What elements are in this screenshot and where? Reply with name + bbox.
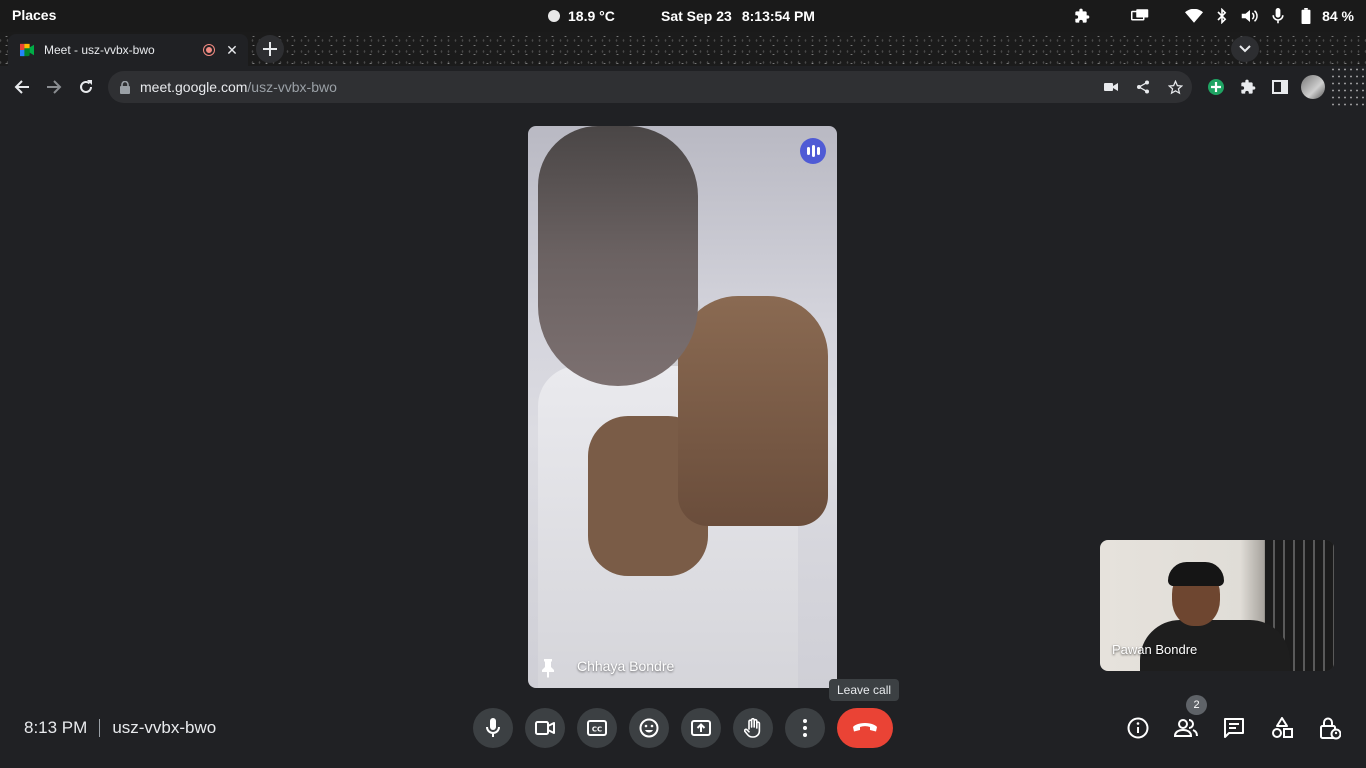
forward-button[interactable] — [42, 75, 66, 99]
microphone-button[interactable] — [473, 708, 513, 748]
bluetooth-icon[interactable] — [1212, 6, 1232, 26]
system-top-bar: Places 18.9 °C Sat Sep 23 8:13:54 PM 84 % — [0, 0, 1366, 32]
lock-person-icon — [1320, 717, 1341, 740]
side-panel-icon[interactable] — [1270, 77, 1290, 97]
tab-search-button[interactable] — [1231, 36, 1259, 62]
battery-percentage: 84 % — [1322, 8, 1354, 24]
camera-in-use-icon[interactable] — [1101, 77, 1121, 97]
microphone-icon[interactable] — [1268, 6, 1288, 26]
meeting-code: usz-vvbx-bwo — [112, 718, 217, 737]
pin-icon[interactable] — [540, 658, 556, 678]
google-meet-favicon-icon — [20, 43, 34, 57]
screen-share-icon[interactable] — [1130, 6, 1150, 26]
video-feed-shape — [538, 126, 698, 386]
present-upload-icon — [691, 720, 711, 736]
info-icon — [1127, 717, 1149, 739]
divider — [99, 719, 101, 737]
hang-up-phone-icon — [853, 723, 877, 732]
extension-icon[interactable] — [1072, 6, 1092, 26]
present-screen-button[interactable] — [681, 708, 721, 748]
svg-text:CC: CC — [592, 726, 602, 734]
more-vert-icon — [803, 719, 807, 737]
leave-call-tooltip: Leave call — [829, 679, 900, 701]
more-options-button[interactable] — [785, 708, 825, 748]
places-menu[interactable]: Places — [12, 7, 56, 23]
participant-tile-self[interactable]: Pawan Bondre — [1100, 540, 1334, 671]
video-feed-shape — [678, 296, 828, 526]
url-host: meet.google.com — [140, 79, 248, 95]
recording-indicator-icon — [204, 45, 214, 55]
camera-button[interactable] — [525, 708, 565, 748]
speaking-indicator-icon — [800, 138, 826, 164]
browser-toolbar: meet.google.com/usz-vvbx-bwo — [0, 66, 1366, 108]
people-icon — [1174, 719, 1198, 737]
video-camera-icon — [535, 721, 555, 735]
participant-name: Chhaya Bondre — [577, 658, 675, 674]
extension-green-plus-icon[interactable] — [1206, 77, 1226, 97]
chat-icon — [1224, 718, 1244, 738]
browser-tab-strip: Meet - usz-vvbx-bwo ✕ — [0, 32, 1366, 66]
moon-icon — [548, 10, 560, 22]
emoji-reaction-button[interactable] — [629, 708, 669, 748]
arrow-left-icon — [14, 80, 29, 94]
arrow-right-icon — [47, 80, 62, 94]
lock-icon[interactable] — [120, 80, 130, 94]
activities-button[interactable] — [1268, 714, 1296, 742]
system-clock[interactable]: Sat Sep 23 8:13:54 PM — [661, 8, 815, 24]
hand-icon — [744, 718, 761, 738]
url-path: /usz-vvbx-bwo — [247, 79, 337, 95]
meet-stage: Chhaya Bondre Pawan Bondre Leave call 8:… — [0, 108, 1366, 768]
self-participant-name: Pawan Bondre — [1112, 642, 1198, 657]
address-bar[interactable]: meet.google.com/usz-vvbx-bwo — [108, 71, 1192, 103]
meeting-clock: 8:13 PM — [24, 718, 88, 737]
chevron-down-icon — [1239, 45, 1251, 53]
plus-icon — [263, 42, 277, 56]
wifi-icon[interactable] — [1184, 6, 1204, 26]
video-feed-shape — [1168, 562, 1224, 586]
shapes-icon — [1272, 717, 1293, 738]
raise-hand-button[interactable] — [733, 708, 773, 748]
clock-time: 8:13:54 PM — [741, 8, 815, 24]
extensions-puzzle-icon[interactable] — [1238, 77, 1258, 97]
participant-tile-main[interactable]: Chhaya Bondre — [528, 126, 837, 688]
tab-title: Meet - usz-vvbx-bwo — [44, 43, 155, 57]
participant-count-badge: 2 — [1186, 695, 1207, 715]
weather-text: 18.9 °C — [568, 8, 615, 24]
back-button[interactable] — [10, 75, 34, 99]
host-controls-button[interactable] — [1316, 714, 1344, 742]
chat-button[interactable] — [1220, 714, 1248, 742]
weather-indicator[interactable]: 18.9 °C — [548, 8, 615, 24]
toolbar-background-decoration — [1330, 66, 1366, 108]
closed-captions-icon: CC — [587, 720, 607, 736]
leave-call-button[interactable] — [837, 708, 893, 748]
captions-button[interactable]: CC — [577, 708, 617, 748]
close-icon[interactable]: ✕ — [224, 42, 240, 58]
microphone-icon — [486, 718, 500, 737]
people-button[interactable] — [1172, 714, 1200, 742]
volume-icon[interactable] — [1240, 6, 1260, 26]
battery-icon[interactable] — [1296, 6, 1316, 26]
clock-date: Sat Sep 23 — [661, 8, 732, 24]
tab-meet[interactable]: Meet - usz-vvbx-bwo ✕ — [8, 34, 248, 66]
new-tab-button[interactable] — [256, 35, 284, 63]
system-tray[interactable]: 84 % — [1064, 6, 1354, 26]
bookmark-star-icon[interactable] — [1165, 77, 1185, 97]
profile-avatar[interactable] — [1301, 75, 1325, 99]
meeting-info-button[interactable] — [1124, 714, 1152, 742]
meeting-details: 8:13 PM usz-vvbx-bwo — [24, 718, 216, 738]
reload-button[interactable] — [74, 75, 98, 99]
share-icon[interactable] — [1133, 77, 1153, 97]
reload-icon — [80, 80, 92, 93]
emoji-smile-icon — [639, 718, 659, 738]
